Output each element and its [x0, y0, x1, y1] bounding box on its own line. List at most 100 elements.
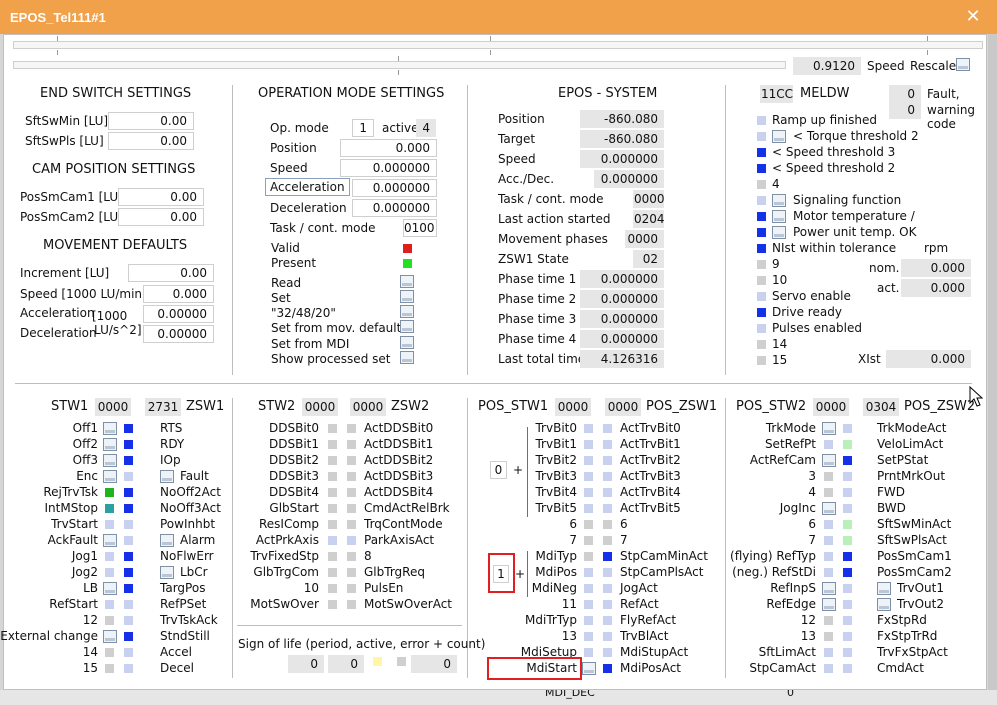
deceleration-input[interactable]: 0.000000 — [352, 199, 437, 217]
set-defaults-button[interactable] — [400, 320, 414, 333]
stw1-left-3-button[interactable] — [103, 470, 117, 483]
present-indicator — [403, 259, 412, 268]
increment-input[interactable]: 0.00 — [128, 264, 214, 282]
pos_stw1-left-6-label: 6 — [569, 517, 577, 531]
stw1-right-4-indicator — [124, 488, 133, 497]
stw1-right-1-indicator — [124, 440, 133, 449]
speed-slider[interactable] — [13, 61, 786, 69]
task-input[interactable]: 0100 — [403, 219, 437, 237]
end-switch-title: END SWITCH SETTINGS — [40, 86, 192, 101]
stw1-right-7-button[interactable] — [160, 534, 174, 547]
stw2-left-8-label: TrvFixedStp — [250, 549, 319, 563]
pos-zsw2-value: 0304 — [863, 398, 899, 416]
stw1-left-12-indicator — [105, 616, 114, 625]
pos_stw2-left-5-label: JogInc — [779, 501, 816, 515]
meldw-bit-1-checkbox[interactable] — [772, 130, 786, 143]
stw1-right-9-button[interactable] — [160, 566, 174, 579]
pos_stw1-left-13-indicator — [584, 632, 593, 641]
stw1-left-13-button[interactable] — [103, 630, 117, 643]
stw2-left-3-indicator — [328, 472, 337, 481]
position-input[interactable]: 0.000 — [340, 139, 437, 157]
pos_stw2-right-1-label: VeloLimAct — [877, 437, 944, 451]
pos_stw2-right-10-button[interactable] — [877, 582, 891, 595]
stw1-left-7-button[interactable] — [103, 534, 117, 547]
pos_stw1-left-0-label: TrvBit0 — [535, 421, 577, 435]
pos_stw2-left-11-button[interactable] — [822, 598, 836, 611]
pos_stw1-left-7-label: 7 — [569, 533, 577, 547]
mov-decel-input[interactable]: 0.00000 — [143, 325, 214, 343]
stw1-left-6-indicator — [105, 520, 114, 529]
pos_stw1-left-7-indicator — [584, 536, 593, 545]
pos_stw2-left-2-button[interactable] — [822, 454, 836, 467]
close-icon[interactable]: ✕ — [962, 6, 984, 28]
pos_stw1-right-4-indicator — [603, 488, 612, 497]
pos_stw1-right-5-label: ActTrvBit5 — [620, 501, 681, 515]
stw2-left-5-indicator — [328, 504, 337, 513]
stw1-right-4-label: NoOff2Act — [160, 485, 221, 499]
read-button[interactable] — [400, 275, 414, 288]
mov-accel-input[interactable]: 0.00000 — [143, 305, 214, 323]
set-label: Set — [271, 291, 291, 305]
pos_stw1-right-9-indicator — [603, 568, 612, 577]
speed-label: Speed — [867, 59, 905, 73]
stw1-left-5-label: IntMStop — [44, 501, 98, 515]
trvbit-select-input[interactable]: 0 — [490, 461, 507, 479]
meldw-bit-1-indicator — [757, 132, 766, 141]
stw2-left-6-label: ResIComp — [259, 517, 319, 531]
epos-label-12: Last total time — [498, 352, 586, 366]
slider-track-top[interactable] — [13, 41, 983, 49]
act-label: act. — [877, 281, 900, 295]
pos_stw1-right-14-indicator — [603, 648, 612, 657]
pos_stw1-left-15-button[interactable] — [582, 662, 596, 675]
possmcam1-input[interactable]: 0.00 — [118, 188, 204, 206]
stw1-left-1-button[interactable] — [103, 438, 117, 451]
pos_stw2-left-0-button[interactable] — [822, 422, 836, 435]
speed-input[interactable]: 0.000000 — [340, 159, 437, 177]
pos_stw2-right-6-indicator — [843, 520, 852, 529]
epos-label-2: Speed — [498, 152, 536, 166]
possmcam2-input[interactable]: 0.00 — [118, 208, 204, 226]
stw1-right-9-indicator — [124, 568, 133, 577]
pos_stw2-left-10-button[interactable] — [822, 582, 836, 595]
sftswpls-input[interactable]: 0.00 — [108, 132, 194, 150]
meldw-bit-9-indicator — [757, 260, 766, 269]
pos_stw2-left-5-button[interactable] — [822, 502, 836, 515]
epos-label-4: Task / cont. mode — [498, 192, 604, 206]
position-label: Position — [270, 141, 317, 155]
pos_stw1-right-13-indicator — [603, 632, 612, 641]
pos_stw2-right-13-label: FxStpTrRd — [877, 629, 938, 643]
stw1-right-5-indicator — [124, 504, 133, 513]
meldw-bit-6-checkbox[interactable] — [772, 210, 786, 223]
set-mdi-button[interactable] — [400, 336, 414, 349]
pos_stw2-right-15-indicator — [843, 664, 852, 673]
pos_stw2-left-7-indicator — [824, 536, 833, 545]
pos_stw1-left-1-label: TrvBit1 — [535, 437, 577, 451]
stw1-left-10-button[interactable] — [103, 582, 117, 595]
stw2-right-10-indicator — [347, 584, 356, 593]
set-32-48-20-button[interactable] — [400, 305, 414, 318]
stw1-right-14-label: Accel — [160, 645, 192, 659]
stw1-right-3-button[interactable] — [160, 470, 174, 483]
pos_stw2-right-11-button[interactable] — [877, 598, 891, 611]
stw2-right-3-label: ActDDSBit3 — [364, 469, 434, 483]
stw2-right-5-label: CmdActRelBrk — [364, 501, 450, 515]
stw1-left-1-label: Off2 — [72, 437, 98, 451]
op-mode-input[interactable]: 1 — [352, 119, 374, 137]
meldw-bit-6-indicator — [757, 212, 766, 221]
epos-value-11: 0.000000 — [580, 330, 664, 348]
increment-label: Increment [LU] — [20, 266, 110, 280]
set-button[interactable] — [400, 290, 414, 303]
stw1-left-0-button[interactable] — [103, 422, 117, 435]
stw2-left-7-indicator — [328, 536, 337, 545]
rescale-checkbox[interactable] — [956, 58, 970, 71]
stw1-left-2-button[interactable] — [103, 454, 117, 467]
meldw-bit-7-checkbox[interactable] — [772, 226, 786, 239]
sftswmin-input[interactable]: 0.00 — [108, 112, 194, 130]
pos_stw2-left-3-indicator — [824, 472, 833, 481]
stw1-left-14-indicator — [105, 648, 114, 657]
acceleration-input[interactable]: 0.000000 — [352, 179, 437, 197]
meldw-bit-5-checkbox[interactable] — [772, 194, 786, 207]
mov-speed-input[interactable]: 0.000 — [143, 285, 214, 303]
pos_stw2-right-14-label: TrvFxStpAct — [877, 645, 948, 659]
show-set-checkbox[interactable] — [400, 351, 414, 364]
